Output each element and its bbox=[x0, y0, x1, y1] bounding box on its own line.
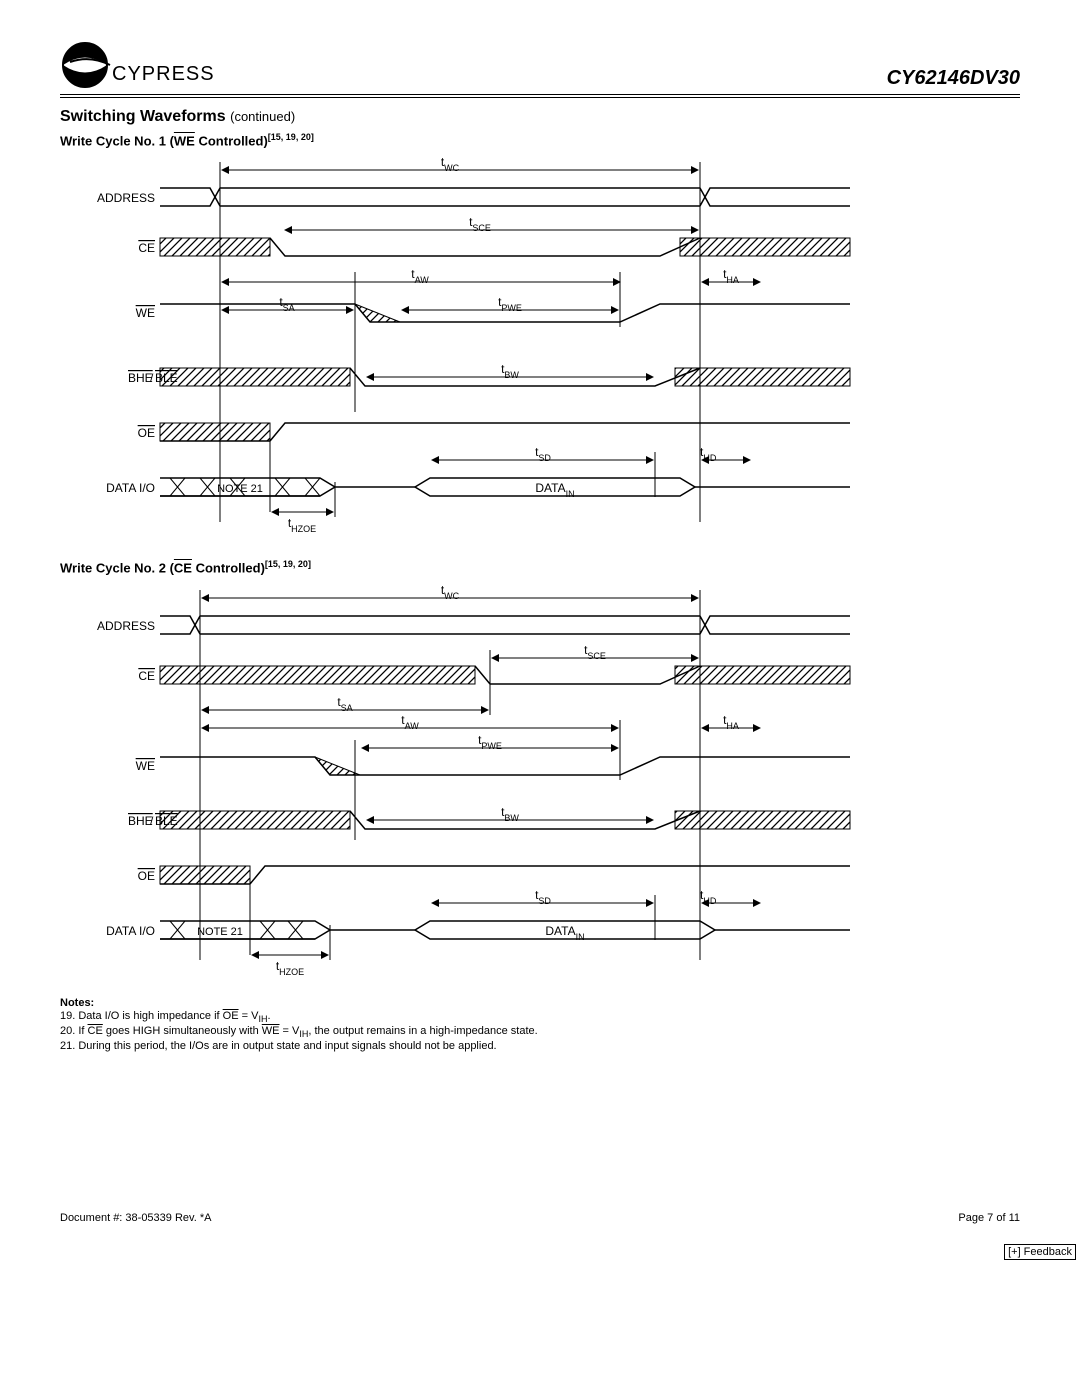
note-19: 19. Data I/O is high impedance if OE = V… bbox=[60, 1010, 1020, 1024]
svg-text:tHA: tHA bbox=[723, 267, 739, 285]
svg-text:ADDRESS: ADDRESS bbox=[97, 619, 155, 633]
svg-text:tPWE: tPWE bbox=[478, 733, 502, 751]
svg-text:tHA: tHA bbox=[723, 713, 739, 731]
svg-text:/: / bbox=[150, 814, 154, 828]
svg-text:tAW: tAW bbox=[411, 267, 429, 285]
svg-text:tPWE: tPWE bbox=[498, 295, 522, 313]
subtitle2-refs: [15, 19, 20] bbox=[265, 559, 311, 569]
subtitle2-signal-overline: CE bbox=[174, 561, 192, 576]
note-21: 21. During this period, the I/Os are in … bbox=[60, 1040, 1020, 1052]
page-header: CYPRESS CY62146DV30 bbox=[60, 40, 1020, 98]
timing-diagram-2: tWC ADDRESS CE tSCE tSA tAW tHA WE tPWE … bbox=[60, 580, 1020, 983]
svg-text:CE: CE bbox=[138, 241, 155, 255]
subtitle1-signal-overline: WE bbox=[174, 133, 195, 148]
svg-text:tHD: tHD bbox=[700, 445, 717, 463]
page-number: Page 7 of 11 bbox=[958, 1212, 1020, 1224]
feedback-button[interactable]: [+] Feedback bbox=[1004, 1244, 1076, 1260]
document-number: Document #: 38-05339 Rev. *A bbox=[60, 1212, 211, 1224]
subtitle1-suffix: Controlled) bbox=[195, 133, 268, 148]
svg-text:BHE: BHE bbox=[128, 371, 153, 385]
timing-diagram-1: tWC ADDRESS CE tSCE WE tAW tHA tSA tPWE … bbox=[60, 152, 1020, 545]
svg-text:tSD: tSD bbox=[535, 888, 551, 906]
svg-text:tWC: tWC bbox=[441, 583, 460, 601]
part-number: CY62146DV30 bbox=[887, 67, 1020, 90]
svg-text:/: / bbox=[150, 371, 154, 385]
svg-text:tHD: tHD bbox=[700, 888, 717, 906]
svg-text:DATA I/O: DATA I/O bbox=[106, 481, 155, 495]
write-cycle-2-title: Write Cycle No. 2 (CE Controlled)[15, 19… bbox=[60, 559, 1020, 575]
note-20: 20. If CE goes HIGH simultaneously with … bbox=[60, 1025, 1020, 1039]
subtitle2-prefix: Write Cycle No. 2 ( bbox=[60, 561, 174, 576]
svg-text:ADDRESS: ADDRESS bbox=[97, 191, 155, 205]
svg-text:tSCE: tSCE bbox=[469, 215, 491, 233]
page-footer: Document #: 38-05339 Rev. *A Page 7 of 1… bbox=[60, 1212, 1020, 1224]
brand-text: CYPRESS bbox=[112, 63, 215, 85]
svg-text:NOTE 21: NOTE 21 bbox=[197, 926, 243, 938]
svg-text:DATA I/O: DATA I/O bbox=[106, 924, 155, 938]
svg-text:tWC: tWC bbox=[441, 155, 460, 173]
subtitle1-refs: [15, 19, 20] bbox=[268, 132, 314, 142]
section-title-main: Switching Waveforms bbox=[60, 108, 226, 125]
section-title-continued: (continued) bbox=[230, 109, 295, 124]
subtitle2-suffix: Controlled) bbox=[192, 561, 265, 576]
section-title: Switching Waveforms (continued) bbox=[60, 108, 1020, 126]
svg-text:tSD: tSD bbox=[535, 445, 551, 463]
svg-text:OE: OE bbox=[138, 869, 155, 883]
cypress-logo: CYPRESS bbox=[60, 40, 230, 90]
svg-text:WE: WE bbox=[136, 306, 155, 320]
svg-text:BHE: BHE bbox=[128, 814, 153, 828]
svg-text:tSCE: tSCE bbox=[584, 643, 606, 661]
svg-text:tHZOE: tHZOE bbox=[276, 959, 304, 977]
notes-heading: Notes: bbox=[60, 997, 1020, 1009]
svg-text:tAW: tAW bbox=[401, 713, 419, 731]
svg-text:WE: WE bbox=[136, 759, 155, 773]
svg-text:CE: CE bbox=[138, 669, 155, 683]
svg-text:NOTE 21: NOTE 21 bbox=[217, 483, 263, 495]
svg-text:tBW: tBW bbox=[501, 805, 519, 823]
svg-text:tHZOE: tHZOE bbox=[288, 516, 316, 534]
svg-text:OE: OE bbox=[138, 426, 155, 440]
subtitle1-prefix: Write Cycle No. 1 ( bbox=[60, 133, 174, 148]
write-cycle-1-title: Write Cycle No. 1 (WE Controlled)[15, 19… bbox=[60, 132, 1020, 148]
svg-text:tBW: tBW bbox=[501, 362, 519, 380]
